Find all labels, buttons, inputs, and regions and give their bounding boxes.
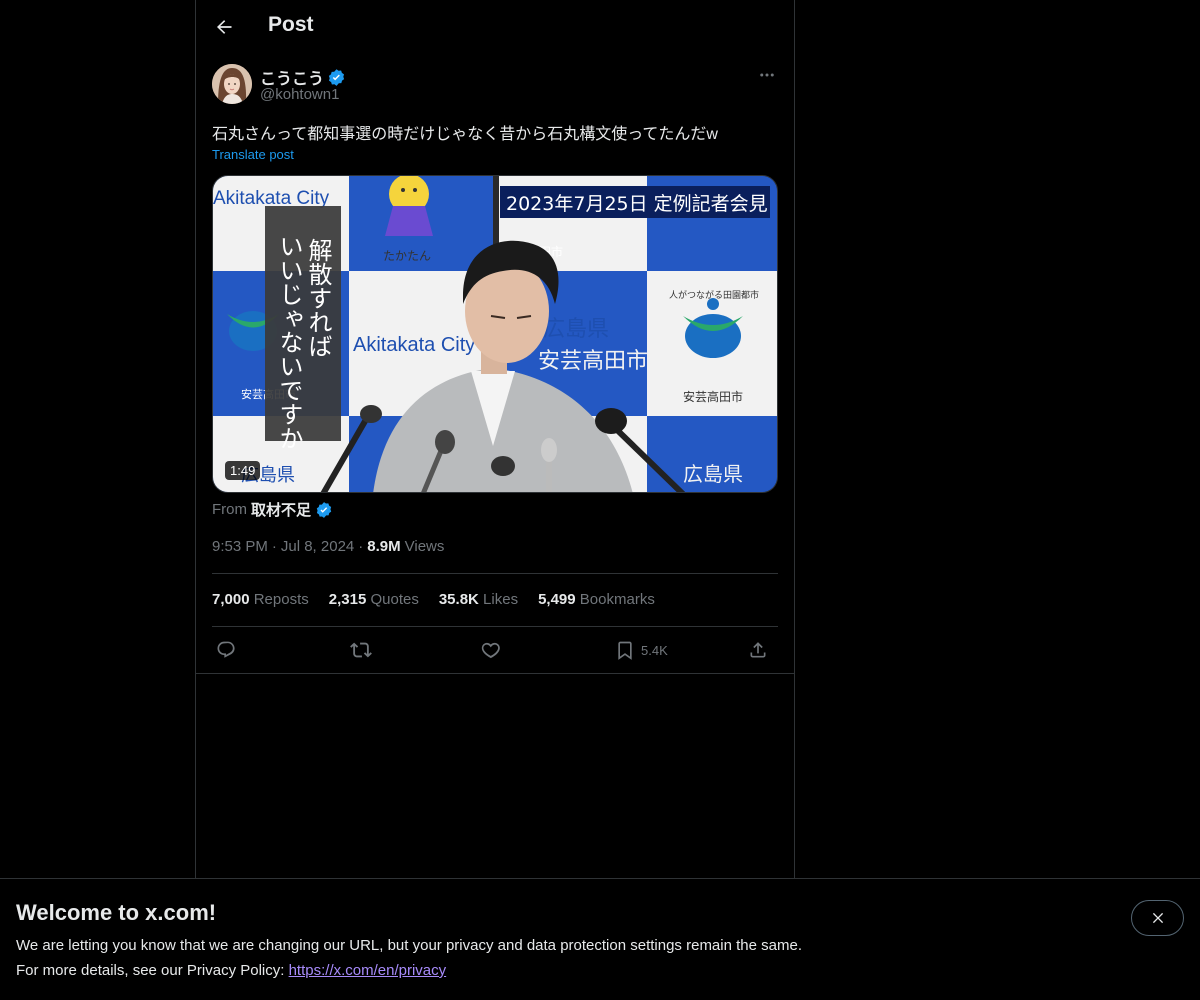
share-icon [750,642,766,658]
svg-text:Akitakata City: Akitakata City [213,188,330,209]
back-button[interactable] [206,9,242,45]
video-thumbnail: Akitakata City たかたん 安芸高田市 人がつながる田園都市 安芸高… [213,176,777,492]
video-duration: 1:49 [225,461,261,480]
bookmark-button[interactable]: 5.4K [615,637,668,663]
heart-icon [481,642,500,659]
meta-separator: · [271,538,277,555]
video-player[interactable]: Akitakata City たかたん 安芸高田市 人がつながる田園都市 安芸高… [212,175,778,493]
engagement-stats: 7,000 Reposts 2,315 Quotes 35.8K Likes 5… [212,591,655,608]
post-header: Post [196,0,794,54]
more-options-button[interactable] [756,64,778,86]
banner-message: We are letting you know that we are chan… [16,937,802,954]
svg-text:安芸高田市: 安芸高田市 [538,349,648,374]
action-bar: 5.4K [212,637,778,663]
post-time[interactable]: 9:53 PM [212,538,268,555]
banner-privacy-line: For more details, see our Privacy Policy… [16,962,446,979]
stat-reposts[interactable]: 7,000 Reposts [212,591,309,608]
stat-quotes[interactable]: 2,315 Quotes [329,591,419,608]
verified-badge-icon [316,501,332,518]
post-author: こうこう @kohtown1 [212,64,778,106]
post-meta: 9:53 PM · Jul 8, 2024 · 8.9M Views [212,538,444,555]
welcome-banner: Welcome to x.com! We are letting you kno… [0,878,1200,1000]
verified-badge-icon [328,68,345,86]
svg-text:たかたん: たかたん [383,249,431,263]
close-icon [1152,912,1163,924]
svg-text:Akitakata City: Akitakata City [353,334,475,356]
views-label: Views [404,538,445,555]
post-date[interactable]: Jul 8, 2024 [281,538,354,555]
divider [196,673,794,674]
bookmark-count: 5.4K [641,642,668,658]
stat-likes[interactable]: 35.8K Likes [439,591,518,608]
avatar[interactable] [212,64,252,104]
svg-text:人がつながる田園都市: 人がつながる田園都市 [669,289,759,301]
meta-separator: · [358,538,364,555]
more-dots-icon [760,73,774,77]
arrow-left-icon [217,20,232,34]
svg-text:広島県: 広島県 [683,462,743,486]
bookmark-icon [618,641,632,660]
banner-privacy-prefix: For more details, see our Privacy Policy… [16,962,289,979]
svg-text:安芸高田市: 安芸高田市 [683,389,743,404]
views-count: 8.9M [367,538,401,555]
stat-bookmarks[interactable]: 5,499 Bookmarks [538,591,655,608]
divider [212,573,778,574]
tweet-text: 石丸さんって都知事選の時だけじゃなく昔から石丸構文使ってたんだw [212,126,718,143]
caption-date: 2023年7月25日 定例記者会見 [506,193,768,215]
reply-button[interactable] [216,637,236,663]
close-banner-button[interactable] [1131,900,1184,936]
caption-vertical-col1: 解散すれば [304,238,332,358]
reply-icon [217,641,235,658]
like-button[interactable] [481,637,501,663]
source-name[interactable]: 取材不足 [251,499,311,520]
share-button[interactable] [748,637,768,663]
banner-title: Welcome to x.com! [16,900,217,925]
svg-text:広島県: 広島県 [543,317,609,342]
author-handle[interactable]: @kohtown1 [260,86,339,103]
privacy-policy-link[interactable]: https://x.com/en/privacy [289,962,447,979]
caption-vertical-col2: いいじゃないですか [275,234,303,450]
repost-icon [350,642,372,658]
page-title: Post [268,13,314,36]
divider [212,626,778,627]
repost-button[interactable] [350,637,372,663]
source-prefix: From [212,501,247,518]
source-attribution: From 取材不足 [212,499,333,520]
translate-post-link[interactable]: Translate post [212,147,294,162]
main-column: Post こうこう @kohtown1 石丸さんって都知事選の時だけじゃなく昔か… [195,0,795,878]
